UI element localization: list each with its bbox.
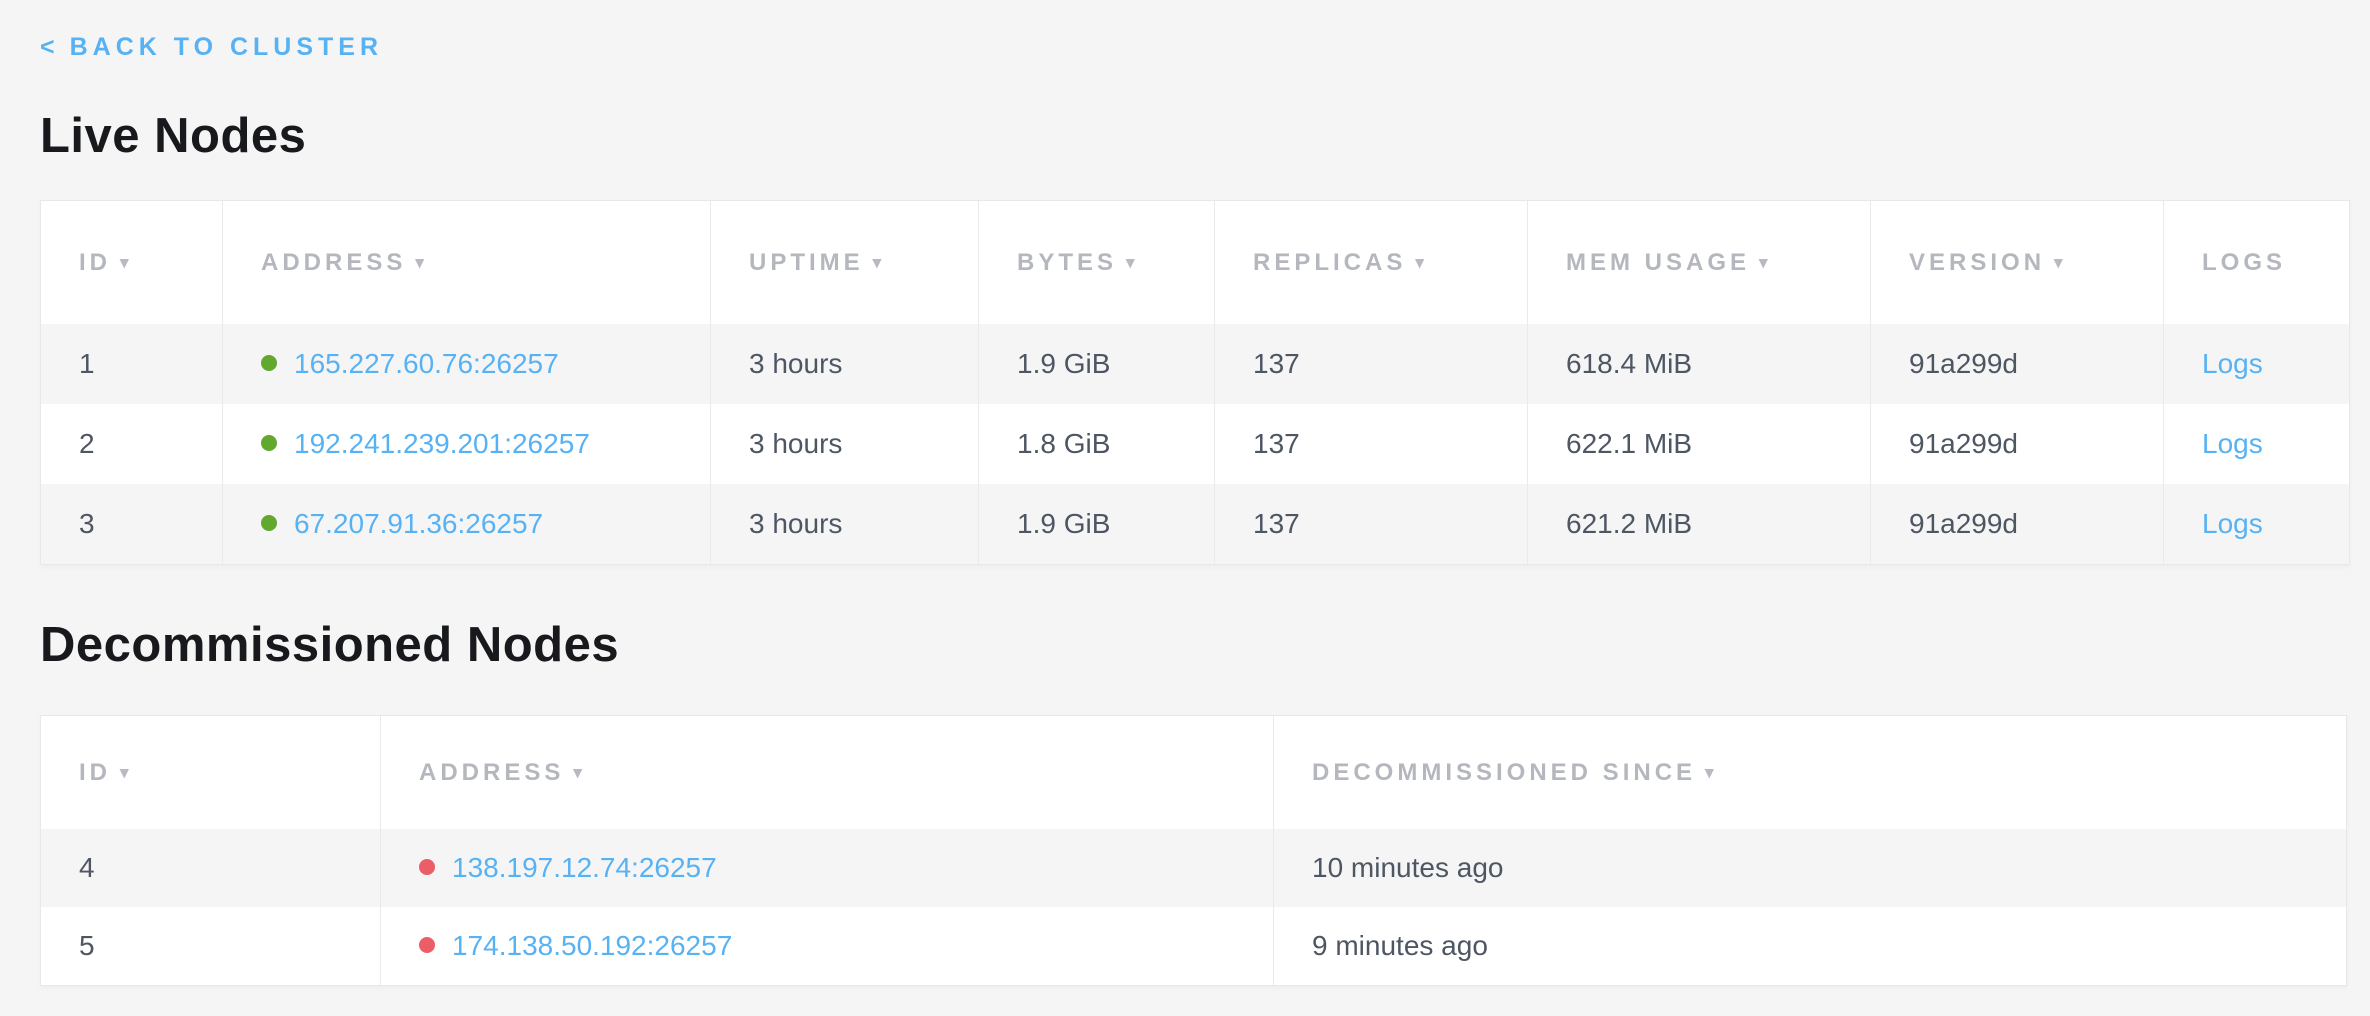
column-header-address[interactable]: ADDRESS▾ xyxy=(222,201,710,324)
cell-node-address: 67.207.91.36:26257 xyxy=(222,484,710,564)
decommissioned-status-icon xyxy=(419,937,435,953)
sort-arrow-icon: ▾ xyxy=(1759,253,1772,272)
back-to-cluster-link[interactable]: < BACK TO CLUSTER xyxy=(40,33,383,62)
logs-link[interactable]: Logs xyxy=(2202,428,2263,459)
page-content: < BACK TO CLUSTER Live Nodes ID▾ ADDRESS▾… xyxy=(0,0,2370,986)
cell-node-id: 4 xyxy=(41,829,380,907)
sort-arrow-icon: ▾ xyxy=(120,253,133,272)
column-header-replicas[interactable]: REPLICAS▾ xyxy=(1214,201,1527,324)
cell-bytes: 1.8 GiB xyxy=(978,404,1214,484)
cell-uptime: 3 hours xyxy=(710,484,978,564)
cell-node-id: 2 xyxy=(41,404,222,484)
cell-node-id: 3 xyxy=(41,484,222,564)
live-status-icon xyxy=(261,515,277,531)
cell-uptime: 3 hours xyxy=(710,324,978,404)
column-header-uptime[interactable]: UPTIME▾ xyxy=(710,201,978,324)
table-row: 2 192.241.239.201:26257 3 hours 1.8 GiB … xyxy=(41,404,2349,484)
logs-link[interactable]: Logs xyxy=(2202,508,2263,539)
table-row: 5 174.138.50.192:26257 9 minutes ago xyxy=(41,907,2346,985)
column-header-id[interactable]: ID▾ xyxy=(41,716,380,829)
cell-mem-usage: 618.4 MiB xyxy=(1527,324,1870,404)
column-header-bytes[interactable]: BYTES▾ xyxy=(978,201,1214,324)
logs-link[interactable]: Logs xyxy=(2202,348,2263,379)
live-status-icon xyxy=(261,355,277,371)
column-header-address[interactable]: ADDRESS▾ xyxy=(380,716,1273,829)
sort-arrow-icon: ▾ xyxy=(573,763,586,782)
node-address-link[interactable]: 192.241.239.201:26257 xyxy=(294,428,590,459)
decommissioned-nodes-header-row: ID▾ ADDRESS▾ DECOMMISSIONED SINCE▾ xyxy=(41,716,2346,829)
cell-uptime: 3 hours xyxy=(710,404,978,484)
column-header-id[interactable]: ID▾ xyxy=(41,201,222,324)
cell-node-address: 192.241.239.201:26257 xyxy=(222,404,710,484)
node-address-link[interactable]: 138.197.12.74:26257 xyxy=(452,852,717,883)
column-header-mem-usage[interactable]: MEM USAGE▾ xyxy=(1527,201,1870,324)
back-link-label: BACK TO CLUSTER xyxy=(70,33,383,61)
cell-node-address: 174.138.50.192:26257 xyxy=(380,907,1273,985)
sort-arrow-icon: ▾ xyxy=(1126,253,1139,272)
cell-logs: Logs xyxy=(2163,484,2349,564)
cell-version: 91a299d xyxy=(1870,484,2163,564)
cell-decommissioned-since: 10 minutes ago xyxy=(1273,829,2346,907)
cell-decommissioned-since: 9 minutes ago xyxy=(1273,907,2346,985)
cell-replicas: 137 xyxy=(1214,324,1527,404)
node-address-link[interactable]: 165.227.60.76:26257 xyxy=(294,348,559,379)
cell-bytes: 1.9 GiB xyxy=(978,324,1214,404)
sort-arrow-icon: ▾ xyxy=(120,763,133,782)
sort-arrow-icon: ▾ xyxy=(1705,763,1718,782)
node-address-link[interactable]: 67.207.91.36:26257 xyxy=(294,508,543,539)
live-nodes-header-row: ID▾ ADDRESS▾ UPTIME▾ BYTES▾ REPLICAS▾ ME… xyxy=(41,201,2349,324)
cell-bytes: 1.9 GiB xyxy=(978,484,1214,564)
live-nodes-title: Live Nodes xyxy=(40,108,2348,164)
cell-node-id: 1 xyxy=(41,324,222,404)
cell-mem-usage: 622.1 MiB xyxy=(1527,404,1870,484)
column-header-logs: LOGS xyxy=(2163,201,2349,324)
cell-replicas: 137 xyxy=(1214,404,1527,484)
cell-logs: Logs xyxy=(2163,404,2349,484)
live-nodes-table: ID▾ ADDRESS▾ UPTIME▾ BYTES▾ REPLICAS▾ ME… xyxy=(40,200,2350,565)
table-row: 4 138.197.12.74:26257 10 minutes ago xyxy=(41,829,2346,907)
column-header-version[interactable]: VERSION▾ xyxy=(1870,201,2163,324)
sort-arrow-icon: ▾ xyxy=(1415,253,1428,272)
decommissioned-status-icon xyxy=(419,859,435,875)
back-chevron-icon: < xyxy=(40,33,60,61)
cell-version: 91a299d xyxy=(1870,324,2163,404)
cell-node-address: 138.197.12.74:26257 xyxy=(380,829,1273,907)
decommissioned-nodes-title: Decommissioned Nodes xyxy=(40,617,2348,673)
table-row: 1 165.227.60.76:26257 3 hours 1.9 GiB 13… xyxy=(41,324,2349,404)
cell-mem-usage: 621.2 MiB xyxy=(1527,484,1870,564)
live-status-icon xyxy=(261,435,277,451)
table-row: 3 67.207.91.36:26257 3 hours 1.9 GiB 137… xyxy=(41,484,2349,564)
sort-arrow-icon: ▾ xyxy=(2054,253,2067,272)
column-header-decommissioned-since[interactable]: DECOMMISSIONED SINCE▾ xyxy=(1273,716,2346,829)
cell-logs: Logs xyxy=(2163,324,2349,404)
cell-node-address: 165.227.60.76:26257 xyxy=(222,324,710,404)
cell-version: 91a299d xyxy=(1870,404,2163,484)
node-address-link[interactable]: 174.138.50.192:26257 xyxy=(452,930,732,961)
sort-arrow-icon: ▾ xyxy=(415,253,428,272)
cell-replicas: 137 xyxy=(1214,484,1527,564)
decommissioned-nodes-table: ID▾ ADDRESS▾ DECOMMISSIONED SINCE▾ 4 138… xyxy=(40,715,2347,986)
cell-node-id: 5 xyxy=(41,907,380,985)
sort-arrow-icon: ▾ xyxy=(873,253,886,272)
